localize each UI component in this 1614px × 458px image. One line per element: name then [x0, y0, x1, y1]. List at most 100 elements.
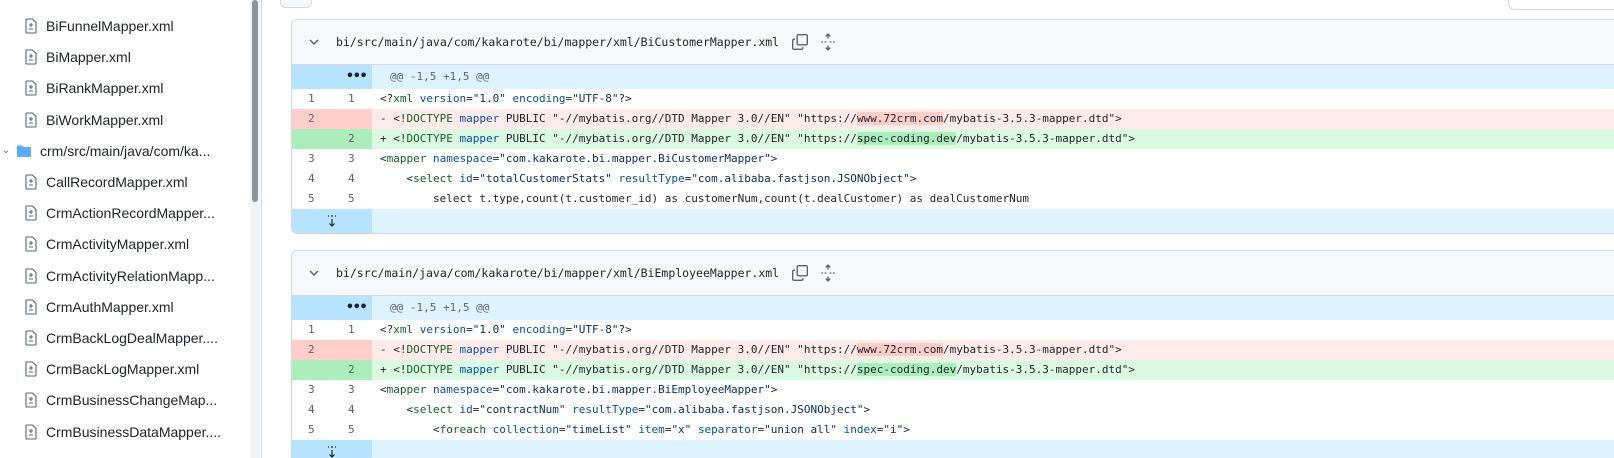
- new-line-number[interactable]: 5: [332, 189, 372, 209]
- old-line-number[interactable]: 3: [292, 149, 332, 169]
- code-token: mapper: [386, 152, 427, 165]
- code-line: - <!DOCTYPE mapper PUBLIC "-//mybatis.or…: [372, 109, 1614, 129]
- ellipsis-icon[interactable]: •••: [346, 296, 367, 320]
- copy-icon[interactable]: [791, 33, 809, 51]
- code-token: resultType: [572, 403, 639, 416]
- tree-file[interactable]: BiMapper.xml: [0, 41, 250, 73]
- old-line-number[interactable]: 4: [292, 400, 332, 420]
- code-token: xml: [393, 323, 414, 336]
- old-line-number[interactable]: 1: [292, 320, 332, 340]
- code-token: >: [770, 383, 778, 396]
- tree-item-label: CrmActionRecordMapper...: [46, 205, 215, 222]
- copy-icon[interactable]: [791, 264, 809, 282]
- old-line-number[interactable]: 5: [292, 189, 332, 209]
- tree-file[interactable]: CallRecordMapper.xml: [0, 166, 250, 198]
- hunk-expand-gutter[interactable]: •••: [292, 296, 372, 320]
- code-line: <?xml version="1.0" encoding="UTF-8"?>: [372, 320, 1614, 340]
- expand-down-button[interactable]: [292, 440, 372, 458]
- code-token: "i": [883, 423, 904, 436]
- tree-file[interactable]: CrmActionRecordMapper...: [0, 197, 250, 229]
- file-path[interactable]: bi/src/main/java/com/kakarote/bi/mapper/…: [336, 266, 779, 280]
- code-token: id: [459, 403, 473, 416]
- code-token: <: [380, 383, 387, 396]
- sidebar-scrollbar[interactable]: [250, 0, 260, 458]
- tree-folder[interactable]: ⌄ crm/src/main/java/com/ka...: [0, 135, 250, 167]
- code-token: encoding: [512, 92, 566, 105]
- search-input[interactable]: [1508, 0, 1614, 10]
- tree-file[interactable]: CrmBackLogMapper.xml: [0, 353, 250, 385]
- code-token: xml: [393, 92, 414, 105]
- old-line-number[interactable]: 2: [292, 109, 332, 129]
- code-token: >: [770, 152, 778, 165]
- context-line: 3 3 <mapper namespace="com.kakarote.bi.map…: [292, 380, 1614, 400]
- chevron-down-icon[interactable]: [306, 34, 322, 50]
- code-token: =: [638, 403, 645, 416]
- chevron-down-icon[interactable]: ⌄: [0, 145, 12, 156]
- new-line-number[interactable]: [332, 340, 372, 360]
- tree-file[interactable]: CrmBackLogDealMapper....: [0, 322, 250, 354]
- new-line-number[interactable]: 4: [332, 169, 372, 189]
- code-token: =: [466, 92, 473, 105]
- expand-all-icon[interactable]: [819, 33, 837, 51]
- tree-file[interactable]: BiRankMapper.xml: [0, 72, 250, 104]
- ellipsis-icon[interactable]: •••: [346, 65, 367, 89]
- added-line: 2 + <!DOCTYPE mapper PUBLIC "-//mybatis.o…: [292, 360, 1614, 380]
- code-token: "totalCustomerStats": [479, 172, 612, 185]
- expand-down-row[interactable]: [292, 440, 1614, 458]
- tree-file[interactable]: CrmBusinessDataMapper....: [0, 416, 250, 448]
- old-line-number[interactable]: 1: [292, 89, 332, 109]
- old-line-number[interactable]: 2: [292, 340, 332, 360]
- code-token: =: [466, 323, 473, 336]
- new-line-number[interactable]: 3: [332, 380, 372, 400]
- hunk-expand-gutter[interactable]: •••: [292, 65, 372, 89]
- tree-item-label: CrmActivityMapper.xml: [46, 236, 190, 253]
- new-line-number[interactable]: 3: [332, 149, 372, 169]
- expand-down-row[interactable]: [292, 209, 1614, 233]
- new-line-number[interactable]: [332, 109, 372, 129]
- tree-file[interactable]: CrmActivityRelationMapp...: [0, 260, 250, 292]
- expand-down-icon[interactable]: [325, 214, 339, 228]
- sidebar-scrollbar-thumb[interactable]: [252, 0, 258, 202]
- code-token: "com.alibaba.fastjson.JSONObject": [644, 403, 864, 416]
- code-token: mapper: [459, 112, 500, 125]
- code-token: DOCTYPE: [406, 132, 453, 145]
- old-line-number[interactable]: 3: [292, 380, 332, 400]
- file-diff-icon: [25, 18, 37, 34]
- tree-item-label: BiWorkMapper.xml: [46, 111, 164, 128]
- expand-all-icon[interactable]: [819, 264, 837, 282]
- old-line-number[interactable]: [292, 360, 332, 380]
- file-path[interactable]: bi/src/main/java/com/kakarote/bi/mapper/…: [336, 35, 779, 49]
- code-token: id: [459, 172, 473, 185]
- new-line-number[interactable]: 2: [332, 360, 372, 380]
- file-diff-icon: [25, 112, 37, 128]
- code-token: select t.type,count(t.customer_id) as cu…: [380, 192, 1030, 205]
- tree-file[interactable]: CrmBusinessChangeMap...: [0, 384, 250, 416]
- code-token: "union all": [764, 423, 838, 436]
- new-line-number[interactable]: 2: [332, 129, 372, 149]
- code-token: /mybatis-3.5.3-mapper.dtd">: [956, 363, 1136, 376]
- old-line-number[interactable]: 4: [292, 169, 332, 189]
- tree-file[interactable]: BiWorkMapper.xml: [0, 104, 250, 136]
- tree-file[interactable]: CrmAuthMapper.xml: [0, 291, 250, 323]
- toolbar-button[interactable]: [280, 0, 312, 8]
- code-token: <: [380, 403, 414, 416]
- expand-down-icon[interactable]: [325, 445, 339, 458]
- code-token: - <!: [380, 343, 407, 356]
- new-line-number[interactable]: 1: [332, 89, 372, 109]
- code-token: resultType: [618, 172, 685, 185]
- file-diff-icon: [25, 80, 37, 96]
- chevron-down-icon[interactable]: [306, 265, 322, 281]
- code-token: /mybatis-3.5.3-mapper.dtd">: [956, 132, 1136, 145]
- new-line-number[interactable]: 5: [332, 420, 372, 440]
- old-line-number[interactable]: 5: [292, 420, 332, 440]
- tree-file[interactable]: CrmActivityMapper.xml: [0, 228, 250, 260]
- expand-down-button[interactable]: [292, 209, 372, 233]
- code-token: "x": [671, 423, 692, 436]
- tree-file[interactable]: BiFunnelMapper.xml: [0, 10, 250, 42]
- new-line-number[interactable]: 1: [332, 320, 372, 340]
- old-line-number[interactable]: [292, 129, 332, 149]
- code-token: "com.alibaba.fastjson.JSONObject": [691, 172, 910, 185]
- new-line-number[interactable]: 4: [332, 400, 372, 420]
